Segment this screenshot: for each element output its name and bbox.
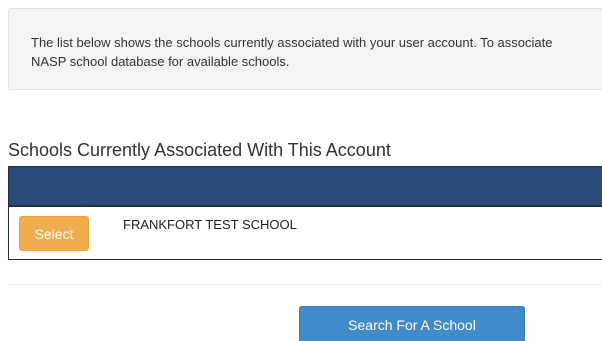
schools-table: Select FRANKFORT TEST SCHOOL [8, 166, 602, 260]
page: The list below shows the schools current… [0, 0, 602, 341]
section-title: Schools Currently Associated With This A… [8, 140, 391, 160]
divider [8, 284, 602, 285]
info-panel: The list below shows the schools current… [8, 8, 602, 90]
info-text: The list below shows the schools current… [31, 33, 602, 71]
school-name: FRANKFORT TEST SCHOOL [123, 217, 297, 232]
info-line-2: NASP school database for available schoo… [31, 54, 290, 69]
table-header [9, 167, 602, 205]
search-school-button[interactable]: Search For A School [299, 306, 525, 341]
table-row: Select FRANKFORT TEST SCHOOL [9, 205, 602, 259]
info-line-1: The list below shows the schools current… [31, 35, 553, 50]
select-button[interactable]: Select [19, 216, 89, 251]
